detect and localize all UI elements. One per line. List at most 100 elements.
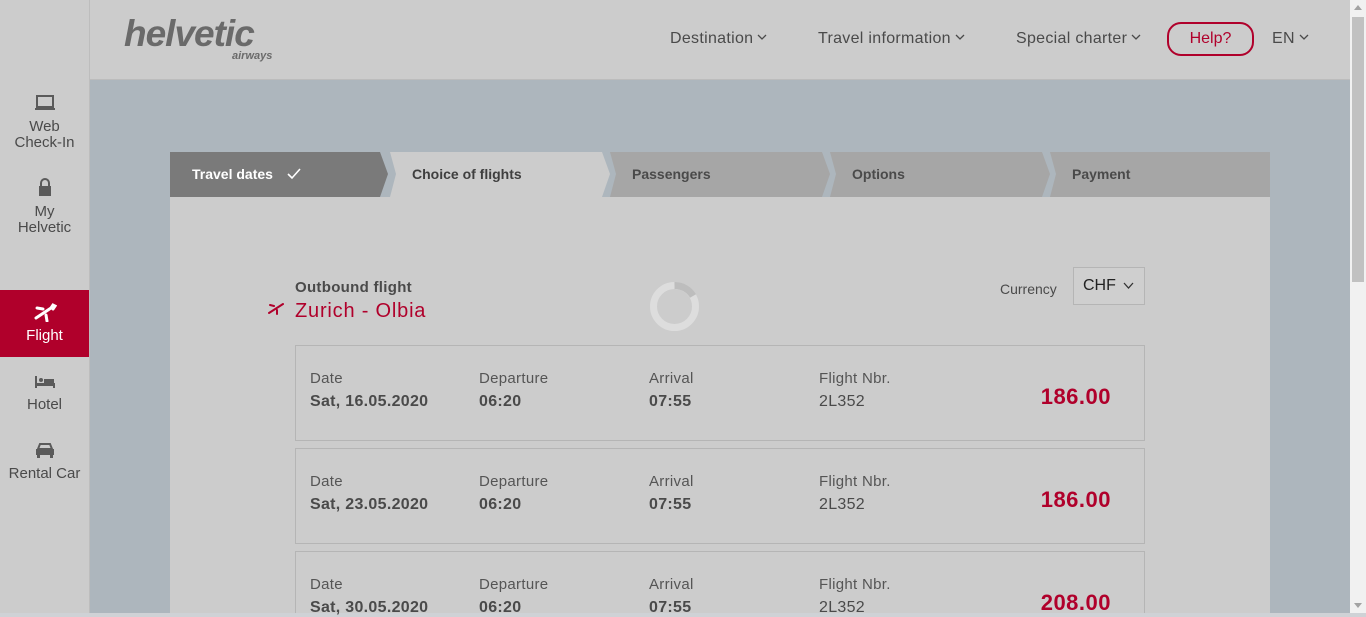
date-column: Date Sat, 23.05.2020: [310, 473, 428, 514]
sidebar-item-label: Web: [29, 118, 60, 135]
flight-date: Sat, 23.05.2020: [310, 496, 429, 513]
departure-column: Departure 06:20: [479, 473, 548, 514]
sidebar-item-label: My: [34, 203, 55, 220]
step-label: Payment: [1072, 166, 1131, 182]
plane-icon: [34, 303, 57, 322]
chevron-down-icon: [1299, 34, 1309, 40]
departure-time: 06:20: [479, 496, 522, 513]
sidebar-item-label: Flight: [26, 327, 63, 344]
language-selector[interactable]: EN: [1272, 30, 1309, 48]
column-header: Date: [310, 576, 343, 593]
flight-number-column: Flight Nbr. 2L352: [819, 473, 891, 514]
arrival-time: 07:55: [649, 496, 692, 513]
column-header: Flight Nbr.: [819, 576, 891, 593]
step-options[interactable]: Options: [830, 152, 1050, 197]
nav-label: Destination: [670, 30, 754, 47]
currency-value: CHF: [1083, 277, 1116, 294]
vertical-scrollbar[interactable]: [1350, 0, 1366, 613]
flight-number: 2L352: [819, 393, 865, 410]
nav-special-charter[interactable]: Special charter: [1016, 30, 1141, 48]
flight-number: 2L352: [819, 496, 865, 513]
flight-date: Sat, 16.05.2020: [310, 393, 429, 410]
sidebar-item-hotel[interactable]: Hotel: [0, 371, 89, 413]
column-header: Departure: [479, 473, 549, 490]
departure-column: Departure 06:20: [479, 370, 548, 411]
arrival-time: 07:55: [649, 393, 692, 410]
chevron-down-icon: [757, 34, 767, 40]
sidebar-item-label: Helvetic: [17, 219, 72, 236]
scrollbar-thumb[interactable]: [1352, 17, 1364, 282]
step-label: Options: [852, 166, 905, 182]
column-header: Departure: [479, 576, 549, 593]
date-column: Date Sat, 16.05.2020: [310, 370, 428, 411]
date-column: Date Sat, 30.05.2020: [310, 576, 428, 617]
sidebar-item-flight[interactable]: Flight: [0, 290, 89, 357]
step-payment[interactable]: Payment: [1050, 152, 1270, 197]
flight-number-column: Flight Nbr. 2L352: [819, 576, 891, 617]
arrival-column: Arrival 07:55: [649, 370, 694, 411]
departure-time: 06:20: [479, 393, 522, 410]
column-header: Date: [310, 370, 343, 387]
departure-column: Departure 06:20: [479, 576, 548, 617]
route-title: Zurich - Olbia: [295, 300, 427, 322]
sidebar-item-label: Rental Car: [8, 465, 81, 482]
step-passengers[interactable]: Passengers: [610, 152, 830, 197]
arrival-column: Arrival 07:55: [649, 473, 694, 514]
column-header: Arrival: [649, 576, 694, 593]
column-header: Departure: [479, 370, 549, 387]
column-header: Arrival: [649, 370, 694, 387]
column-header: Flight Nbr.: [819, 370, 891, 387]
chevron-down-icon: [955, 34, 965, 40]
flight-row[interactable]: Date Sat, 16.05.2020 Departure 06:20 Arr…: [295, 345, 1145, 441]
sidebar-item-label: Check-In: [14, 134, 75, 151]
car-icon: [35, 443, 54, 458]
chevron-down-icon: [1123, 282, 1134, 289]
plane-takeoff-icon: [268, 303, 284, 315]
departure-time: 06:20: [479, 599, 522, 616]
flight-row[interactable]: Date Sat, 23.05.2020 Departure 06:20 Arr…: [295, 448, 1145, 544]
header: helvetic airways Destination Travel info…: [90, 0, 1350, 80]
flight-price: 208.00: [1040, 590, 1111, 615]
column-header: Flight Nbr.: [819, 473, 891, 490]
flight-price: 186.00: [1040, 487, 1111, 512]
sidebar-item-my-helvetic[interactable]: My Helvetic: [0, 178, 89, 236]
arrival-time: 07:55: [649, 599, 692, 616]
bed-icon: [34, 376, 55, 388]
chevron-down-icon: [1131, 34, 1141, 40]
column-header: Arrival: [649, 473, 694, 490]
laptop-icon: [34, 95, 55, 110]
flight-number-column: Flight Nbr. 2L352: [819, 370, 891, 411]
logo-wordmark: helvetic: [124, 13, 255, 54]
nav-destination[interactable]: Destination: [670, 30, 767, 48]
help-button[interactable]: Help?: [1167, 22, 1254, 56]
sidebar-item-rental-car[interactable]: Rental Car: [0, 440, 89, 482]
currency-label: Currency: [1000, 281, 1057, 297]
helvetic-logo[interactable]: helvetic airways: [124, 14, 294, 64]
flight-price: 186.00: [1040, 384, 1111, 409]
step-choice-of-flights[interactable]: Choice of flights: [390, 152, 610, 197]
step-label: Travel dates: [192, 166, 273, 182]
flight-date: Sat, 30.05.2020: [310, 599, 429, 616]
flight-number: 2L352: [819, 599, 865, 616]
outbound-flight-label: Outbound flight: [295, 279, 412, 296]
language-label: EN: [1272, 30, 1295, 47]
loading-spinner-icon: [650, 282, 699, 331]
step-label: Choice of flights: [412, 166, 522, 182]
step-label: Passengers: [632, 166, 711, 182]
arrival-column: Arrival 07:55: [649, 576, 694, 617]
column-header: Date: [310, 473, 343, 490]
step-travel-dates[interactable]: Travel dates: [170, 152, 390, 197]
sidebar-item-label: Hotel: [26, 396, 63, 413]
scroll-down-arrow-icon[interactable]: [1354, 603, 1362, 608]
nav-label: Travel information: [818, 30, 951, 47]
booking-steps: Travel dates Choice of flights Passenger…: [170, 152, 1270, 197]
sidebar: Web Check-In My Helvetic Flight Hotel Re…: [0, 0, 90, 613]
sidebar-item-web-check-in[interactable]: Web Check-In: [0, 93, 89, 151]
checkmark-icon: [287, 168, 301, 180]
lock-icon: [38, 178, 51, 196]
currency-select[interactable]: CHF: [1073, 267, 1145, 305]
scroll-up-arrow-icon[interactable]: [1354, 5, 1362, 10]
logo-subtitle: airways: [232, 50, 273, 62]
flight-row[interactable]: Date Sat, 30.05.2020 Departure 06:20 Arr…: [295, 551, 1145, 616]
nav-travel-information[interactable]: Travel information: [818, 30, 965, 48]
